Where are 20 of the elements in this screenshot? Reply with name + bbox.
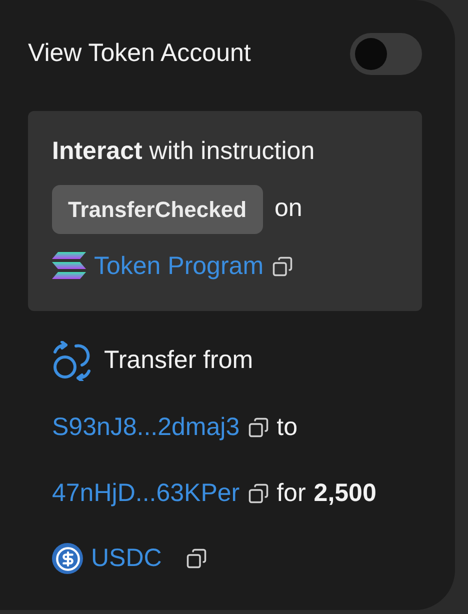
address-link[interactable]: 47nHjD...63KPer — [52, 474, 240, 512]
to-text: to — [276, 412, 298, 443]
instruction-text: Interact with instruction — [52, 136, 316, 167]
amount-text: 2,500 — [314, 478, 376, 508]
copy-button[interactable] — [248, 482, 269, 504]
copy-button[interactable] — [272, 256, 293, 277]
program-link[interactable]: Token Program — [94, 248, 264, 285]
stripes-logo-icon — [52, 252, 86, 280]
copy-button[interactable] — [186, 548, 207, 570]
instruction-tag: TransferChecked — [52, 184, 263, 234]
toggle-label: View Token Account — [28, 38, 251, 70]
for-text: for — [276, 478, 306, 508]
transfer-heading: Transfer from — [104, 345, 254, 376]
token-link[interactable]: USDC — [91, 540, 162, 578]
coin-icon — [52, 543, 83, 574]
exchange-icon — [52, 341, 92, 381]
toggle-switch[interactable] — [350, 33, 422, 75]
connector-text: on — [274, 193, 302, 224]
copy-button[interactable] — [248, 417, 269, 438]
address-link[interactable]: S93nJ8...2dmaj3 — [52, 409, 240, 446]
